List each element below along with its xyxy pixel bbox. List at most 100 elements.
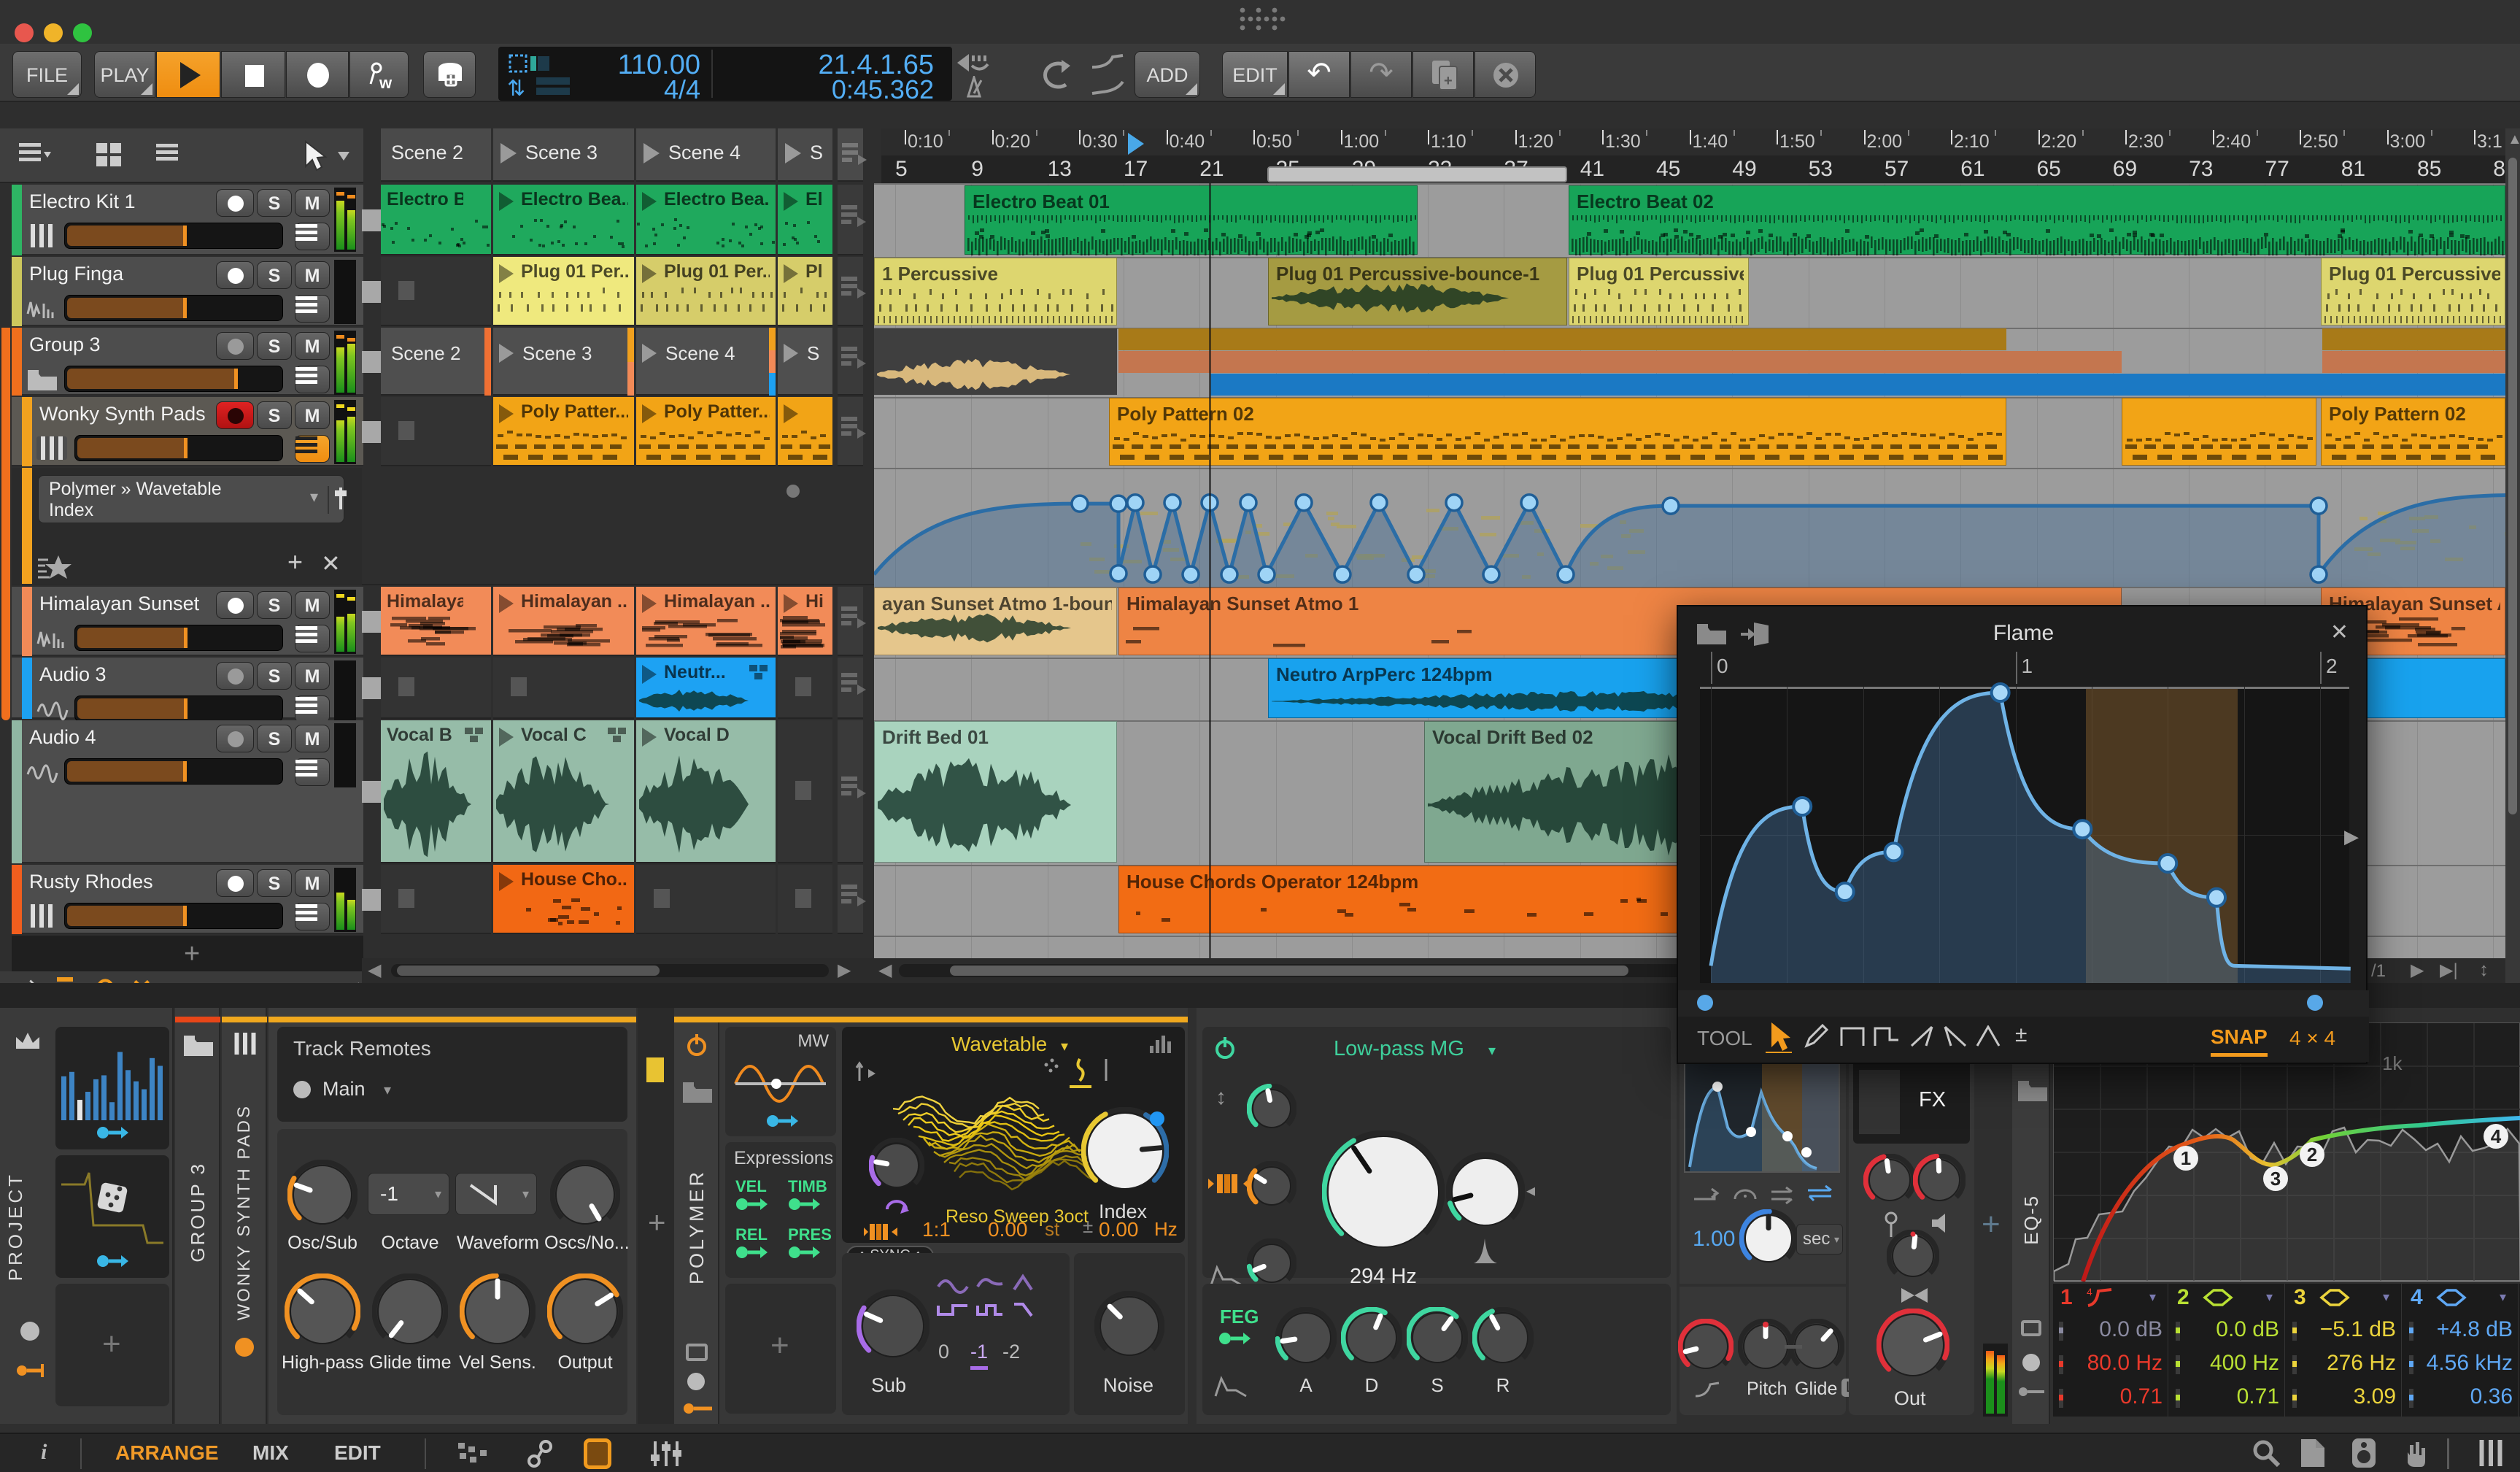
filter-keytrack-knob[interactable] — [1247, 1161, 1296, 1211]
add-device-slot[interactable]: + — [55, 1284, 169, 1406]
mixer-panel-toggle[interactable] — [648, 1438, 684, 1469]
scroll-left-icon[interactable]: ◀ — [878, 960, 892, 981]
clip-alt-launch-cell[interactable] — [838, 397, 866, 466]
env-a-knob[interactable] — [1275, 1307, 1337, 1368]
noise-knob[interactable] — [1094, 1291, 1164, 1361]
clip-slot[interactable] — [778, 865, 832, 934]
stop-button[interactable] — [221, 51, 285, 98]
track-menu-button[interactable] — [295, 903, 330, 930]
snap-grid-value[interactable]: 4 × 4 — [2289, 1027, 2335, 1050]
track-name[interactable]: Wonky Synth Pads — [39, 403, 206, 425]
record-arm-button[interactable] — [216, 261, 254, 289]
resonance-knob[interactable] — [1446, 1152, 1525, 1231]
clip-hi[interactable]: Hi — [778, 587, 832, 656]
index-knob[interactable] — [1081, 1107, 1169, 1195]
track-list-menu-icon[interactable] — [19, 143, 51, 168]
mute-button[interactable]: M — [295, 591, 330, 619]
clip-himalayan-[interactable]: Himalayan ... — [381, 587, 491, 656]
flame-editor-window[interactable]: Flame ✕ 0 1 2 ▶ TOOL ± SNAP 4 × 4 — [1677, 605, 2369, 1064]
track-name[interactable]: Himalayan Sunset — [39, 593, 199, 615]
eq-band-gain[interactable]: −5.1 dB — [2301, 1317, 2396, 1342]
clip-alt-launch-cell[interactable] — [838, 658, 866, 719]
eq-band-gain[interactable]: +4.8 dB — [2418, 1317, 2513, 1342]
groove-icon[interactable]: ⇅ — [507, 76, 536, 101]
arranger-clip-1-percussive[interactable]: 1 Percussive — [874, 258, 1117, 325]
clip-electro-bea-[interactable]: Electro Bea... — [381, 185, 491, 255]
clip-stop-button[interactable] — [362, 280, 381, 303]
snap-button[interactable]: SNAP — [2211, 1025, 2268, 1057]
clip-slot[interactable] — [381, 257, 491, 326]
spread-knob[interactable] — [1887, 1230, 1939, 1282]
record-arm-button[interactable] — [216, 662, 254, 690]
sub-octave--2[interactable]: -2 — [1002, 1341, 1020, 1366]
eq-band-gain[interactable]: 0.0 dB — [2184, 1317, 2279, 1342]
oscs-noise-knob[interactable] — [550, 1160, 620, 1230]
vel-sens-knob[interactable] — [460, 1273, 536, 1349]
track-header-audio-3[interactable]: Audio 3 SM — [12, 658, 363, 725]
step-tool-icon[interactable] — [1840, 1025, 1866, 1047]
scroll-right-icon[interactable]: ▶ — [838, 960, 851, 981]
device-thumbnail-random[interactable] — [55, 1155, 169, 1278]
track-menu-button[interactable] — [295, 366, 330, 393]
clip-electro-bea-[interactable]: Electro Bea... — [493, 185, 634, 255]
record-arm-button[interactable] — [216, 189, 254, 217]
eq-band-freq[interactable]: 276 Hz — [2301, 1351, 2396, 1376]
unison-knob[interactable] — [869, 1138, 924, 1193]
volume-slider[interactable] — [64, 223, 283, 249]
info-icon[interactable]: i — [41, 1440, 47, 1465]
osc-detune-value[interactable]: 0.00 — [1099, 1218, 1139, 1241]
filter-type-select[interactable]: Low-pass MG — [1334, 1037, 1464, 1061]
polymer-add-slot[interactable]: + — [725, 1284, 836, 1414]
eq-band-q[interactable]: 0.71 — [2184, 1384, 2279, 1409]
track-name[interactable]: Group 3 — [29, 334, 101, 356]
eq-band-freq[interactable]: 4.56 kHz — [2418, 1351, 2513, 1376]
view-tab-edit[interactable]: EDIT — [334, 1441, 381, 1465]
dual-view-icon[interactable] — [458, 1443, 490, 1465]
clip-vocal-d[interactable]: Vocal D — [636, 720, 776, 863]
view-tab-arrange[interactable]: ARRANGE — [115, 1441, 219, 1465]
mute-button[interactable]: M — [295, 869, 330, 897]
scene-header-2[interactable]: Scene 3 — [493, 128, 634, 182]
clip-plug-01-per-[interactable]: Plug 01 Per... — [493, 257, 634, 326]
expression-slot-timb[interactable]: TIMB — [788, 1177, 827, 1196]
clip-alt-launch-cell[interactable] — [838, 587, 866, 656]
eq-band-freq[interactable]: 80.0 Hz — [2068, 1351, 2163, 1376]
add-device-button[interactable]: + — [648, 1205, 666, 1240]
eq-band-q[interactable]: 3.09 — [2301, 1384, 2396, 1409]
clip-slot[interactable] — [381, 865, 491, 934]
track-menu-button[interactable] — [295, 295, 330, 323]
arranger-clip-unnamed[interactable] — [2122, 398, 2316, 466]
redo-button[interactable]: ↷ — [1350, 51, 1412, 98]
solo-button[interactable]: S — [257, 401, 292, 429]
eq-band-3[interactable]: 3 ▾ −5.1 dB 276 Hz 3.09 — [2287, 1284, 2402, 1417]
search-icon[interactable] — [2252, 1438, 2281, 1468]
clip-stop-button[interactable] — [362, 677, 381, 699]
out-knob[interactable] — [1877, 1309, 1949, 1382]
chevron-down-icon[interactable]: ▾ — [2149, 1290, 2156, 1305]
octave-dropdown[interactable]: -1 ▾ — [368, 1173, 449, 1215]
solo-button[interactable]: S — [257, 332, 292, 360]
solo-button[interactable]: S — [257, 261, 292, 289]
automation-target-dropdown[interactable]: Polymer » Wavetable Index ▾ — [38, 475, 347, 523]
solo-button[interactable]: S — [257, 725, 292, 752]
clip-stop-button[interactable] — [362, 610, 381, 633]
add-device-button[interactable]: + — [1982, 1206, 2001, 1243]
clip-himalayan-[interactable]: Himalayan ... — [493, 587, 634, 656]
track-name[interactable]: Rusty Rhodes — [29, 871, 153, 893]
eq-band-1[interactable]: 1 4 ▾ 0.0 dB 80.0 Hz 0.71 — [2053, 1284, 2168, 1417]
mute-button[interactable]: M — [295, 332, 330, 360]
volume-slider[interactable] — [74, 625, 283, 651]
sub-knob[interactable] — [857, 1290, 929, 1363]
clip-vocal-b[interactable]: Vocal B — [381, 720, 491, 863]
arranger-clip-plug-01-percussive-bounce-1[interactable]: Plug 01 Percussive-bounce-1 — [1268, 258, 1567, 325]
arranger-clip-poly-pattern-02[interactable]: Poly Pattern 02 — [1109, 398, 2006, 466]
clip-poly-patter-[interactable]: Poly Patter... — [636, 397, 776, 466]
osc-ratio-value[interactable]: 1:1 — [922, 1218, 951, 1241]
note-io-icon[interactable] — [524, 1440, 556, 1468]
arranger-clip-house-chords-operator-124bpm[interactable]: House Chords Operator 124bpm — [1118, 866, 1704, 933]
view-tab-mix[interactable]: MIX — [252, 1441, 289, 1465]
track-header-rusty-rhodes[interactable]: Rusty Rhodes S M — [12, 865, 363, 934]
clip-house-cho-[interactable]: House Cho... — [493, 865, 634, 934]
clip-neutr-[interactable]: Neutr... — [636, 658, 776, 719]
play-start-marker[interactable] — [1128, 133, 1144, 155]
